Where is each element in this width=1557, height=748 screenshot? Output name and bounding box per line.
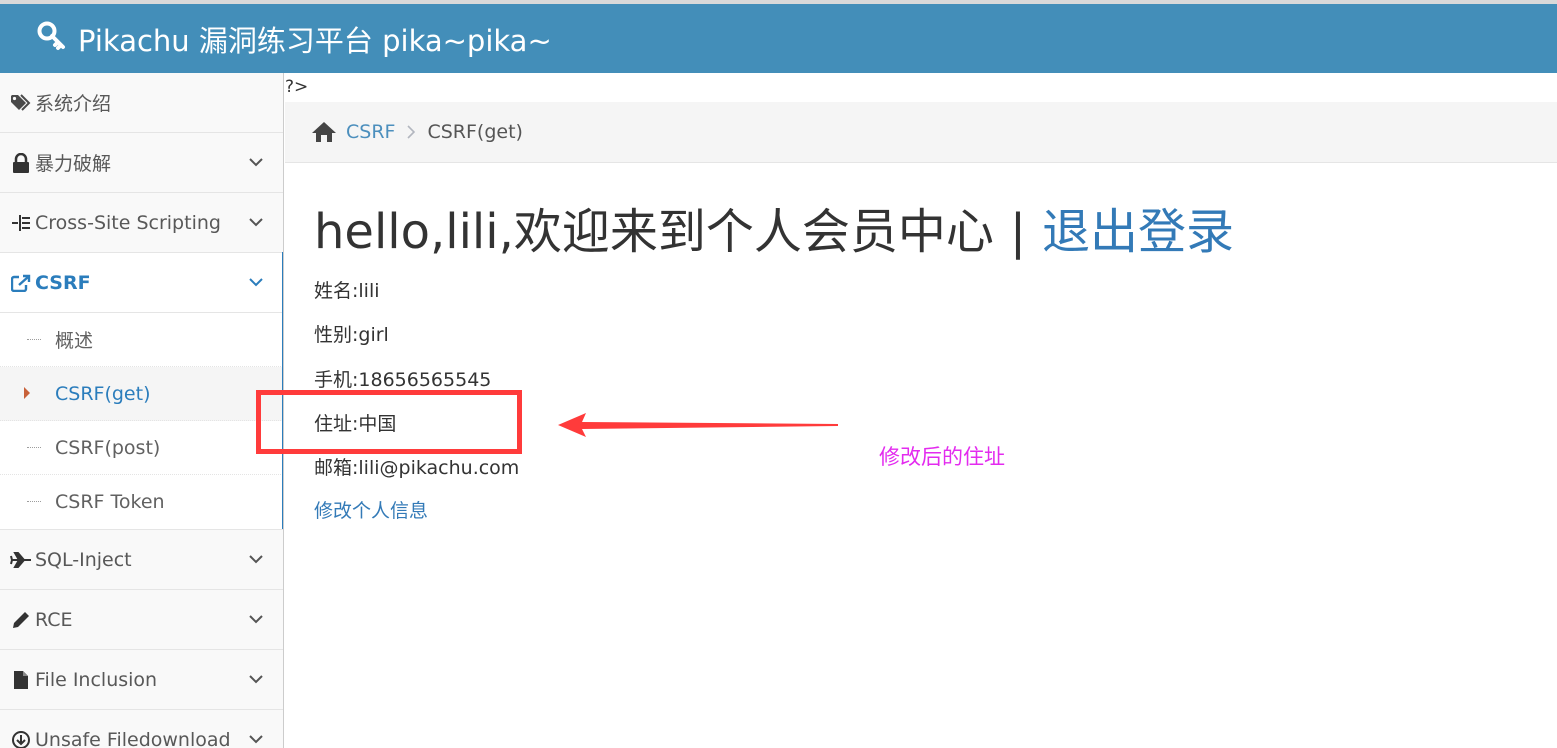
submenu-item-csrf-token[interactable]: CSRF Token [0, 475, 283, 529]
breadcrumb: CSRF CSRF(get) [285, 102, 1557, 163]
submenu-item-label: 概述 [55, 330, 94, 352]
breadcrumb-current: CSRF(get) [427, 121, 523, 143]
submenu-item-csrf-get[interactable]: CSRF(get) [0, 367, 283, 421]
caret-right-icon [24, 387, 30, 399]
app-title: Pikachu 漏洞练习平台 pika~pika~ [78, 24, 552, 58]
sidebar-item-label: File Inclusion [35, 668, 158, 691]
logout-link[interactable]: 退出登录 [1042, 204, 1234, 260]
member-center: hello,lili,欢迎来到个人会员中心 | 退出登录 [314, 200, 1234, 264]
submenu-item-label: CSRF(post) [55, 436, 161, 459]
profile-email: 邮箱:lili@pikachu.com [314, 457, 520, 479]
top-navbar: Pikachu 漏洞练习平台 pika~pika~ [0, 4, 1557, 73]
chevron-down-icon [249, 675, 263, 684]
sidebar-item-label: SQL-Inject [35, 548, 132, 571]
download-icon [10, 730, 32, 748]
sidebar-item-intro[interactable]: 系统介绍 [0, 73, 283, 133]
pencil-icon [10, 610, 32, 630]
sidebar-item-file-inclusion[interactable]: File Inclusion [0, 650, 283, 710]
tags-icon [10, 93, 32, 113]
sidebar-item-label: Unsafe Filedownload [35, 728, 231, 748]
welcome-text: hello,lili,欢迎来到个人会员中心 [314, 204, 994, 260]
sidebar-item-unsafe-download[interactable]: Unsafe Filedownload [0, 710, 283, 748]
chevron-right-icon [407, 124, 417, 140]
annotation-text: 修改后的住址 [879, 445, 1005, 469]
brand[interactable]: Pikachu 漏洞练习平台 pika~pika~ [36, 21, 552, 58]
sidebar-item-label: 暴力破解 [35, 153, 112, 175]
chevron-down-icon [249, 218, 263, 227]
sidebar-item-label: CSRF [35, 271, 91, 294]
sidebar-item-label: RCE [35, 608, 73, 631]
sidebar: 系统介绍 暴力破解 Cross-Site Scripting CSRF 概述 C… [0, 73, 284, 748]
sidebar-item-bruteforce[interactable]: 暴力破解 [0, 133, 283, 193]
chevron-down-icon [249, 158, 263, 167]
list-icon [10, 213, 32, 233]
profile-gender: 性别:girl [314, 324, 389, 346]
tree-line [27, 447, 41, 448]
profile-phone: 手机:18656565545 [314, 369, 492, 391]
home-icon[interactable] [311, 120, 337, 144]
submenu-item-label: CSRF(get) [55, 382, 151, 405]
submenu-item-overview[interactable]: 概述 [0, 313, 283, 367]
highlight-box [256, 390, 522, 454]
profile-name: 姓名:lili [314, 280, 380, 302]
chevron-down-icon [249, 555, 263, 564]
share-icon [10, 273, 32, 293]
sidebar-item-label: 系统介绍 [35, 93, 112, 115]
key-icon [36, 21, 66, 58]
sidebar-item-xss[interactable]: Cross-Site Scripting [0, 193, 283, 253]
breadcrumb-link-csrf[interactable]: CSRF [346, 121, 395, 143]
plane-icon [10, 550, 32, 570]
chevron-down-icon [249, 278, 263, 287]
sidebar-item-csrf[interactable]: CSRF [0, 252, 283, 313]
title-separator: | [1009, 204, 1027, 260]
csrf-submenu: 概述 CSRF(get) CSRF(post) CSRF Token [0, 313, 283, 530]
php-tail-text: ?> [285, 77, 309, 97]
tree-line [27, 339, 41, 340]
lock-icon [10, 152, 32, 173]
chevron-down-icon [249, 615, 263, 624]
file-icon [10, 670, 32, 690]
tree-line [27, 501, 41, 502]
sidebar-item-rce[interactable]: RCE [0, 590, 283, 650]
submenu-item-label: CSRF Token [55, 491, 165, 513]
submenu-item-csrf-post[interactable]: CSRF(post) [0, 421, 283, 475]
annotation-arrow [558, 413, 838, 437]
sidebar-item-sqli[interactable]: SQL-Inject [0, 530, 283, 590]
edit-profile-link[interactable]: 修改个人信息 [314, 496, 428, 523]
chevron-down-icon [249, 735, 263, 744]
sidebar-item-label: Cross-Site Scripting [35, 211, 221, 234]
page-title: hello,lili,欢迎来到个人会员中心 | 退出登录 [314, 200, 1234, 264]
